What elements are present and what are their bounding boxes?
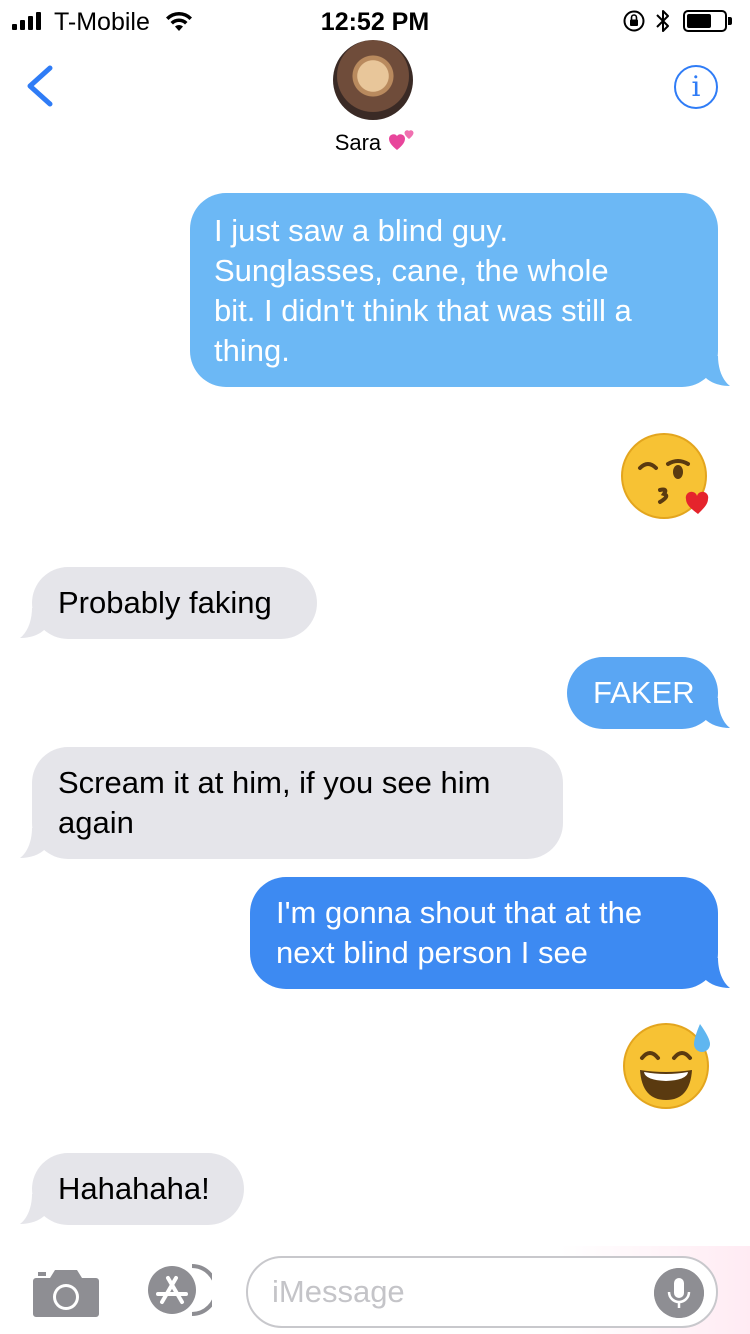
contact-name: Sara — [334, 130, 382, 155]
bubble-tail — [20, 1194, 50, 1224]
bubble-tail — [20, 608, 50, 638]
battery-icon — [683, 10, 732, 32]
bluetooth-icon — [656, 10, 669, 32]
app-store-icon[interactable] — [140, 1262, 212, 1318]
bubble-tail — [700, 698, 730, 728]
message-text: FAKER — [593, 675, 695, 710]
outgoing-message-bubble[interactable]: FAKER — [567, 657, 718, 729]
incoming-message-bubble[interactable]: Probably faking — [32, 567, 317, 639]
imessage-input[interactable]: iMessage — [246, 1256, 718, 1328]
message-line: again — [58, 805, 134, 840]
message-line: Sunglasses, cane, the whole — [214, 253, 609, 288]
kissing-face-emoji[interactable] — [620, 432, 716, 522]
bubble-tail — [20, 828, 50, 858]
message-line: Scream it at him, if you see him — [58, 765, 491, 800]
message-line: I just saw a blind guy. — [214, 213, 509, 248]
message-line: next blind person I see — [276, 935, 588, 970]
bubble-tail — [700, 958, 730, 988]
microphone-icon[interactable] — [654, 1268, 704, 1318]
incoming-message-bubble[interactable]: Hahahaha! — [32, 1153, 244, 1225]
bubble-tail — [700, 356, 730, 386]
contact-avatar[interactable] — [333, 40, 413, 120]
camera-icon[interactable] — [32, 1266, 100, 1318]
message-line: thing. — [214, 333, 290, 368]
message-input-bar: iMessage — [0, 1246, 750, 1334]
outgoing-message-bubble[interactable]: I'm gonna shout that at the next blind p… — [250, 877, 718, 989]
info-button[interactable]: i — [674, 65, 718, 109]
grinning-sweat-emoji[interactable] — [620, 1020, 716, 1110]
status-bar: T-Mobile 12:52 PM — [0, 0, 750, 40]
outgoing-message-bubble[interactable]: I just saw a blind guy. Sunglasses, cane… — [190, 193, 718, 387]
back-chevron-icon[interactable] — [20, 64, 60, 108]
two-hearts-emoji-icon — [389, 130, 414, 150]
input-placeholder: iMessage — [272, 1274, 405, 1309]
message-text: Probably faking — [58, 585, 272, 620]
contact-title[interactable]: Sara — [0, 128, 750, 156]
message-text: Hahahaha! — [58, 1171, 210, 1206]
incoming-message-bubble[interactable]: Scream it at him, if you see him again — [32, 747, 563, 859]
message-line: I'm gonna shout that at the — [276, 895, 643, 930]
rotation-lock-icon — [623, 10, 645, 32]
message-line: bit. I didn't think that was still a — [214, 293, 632, 328]
